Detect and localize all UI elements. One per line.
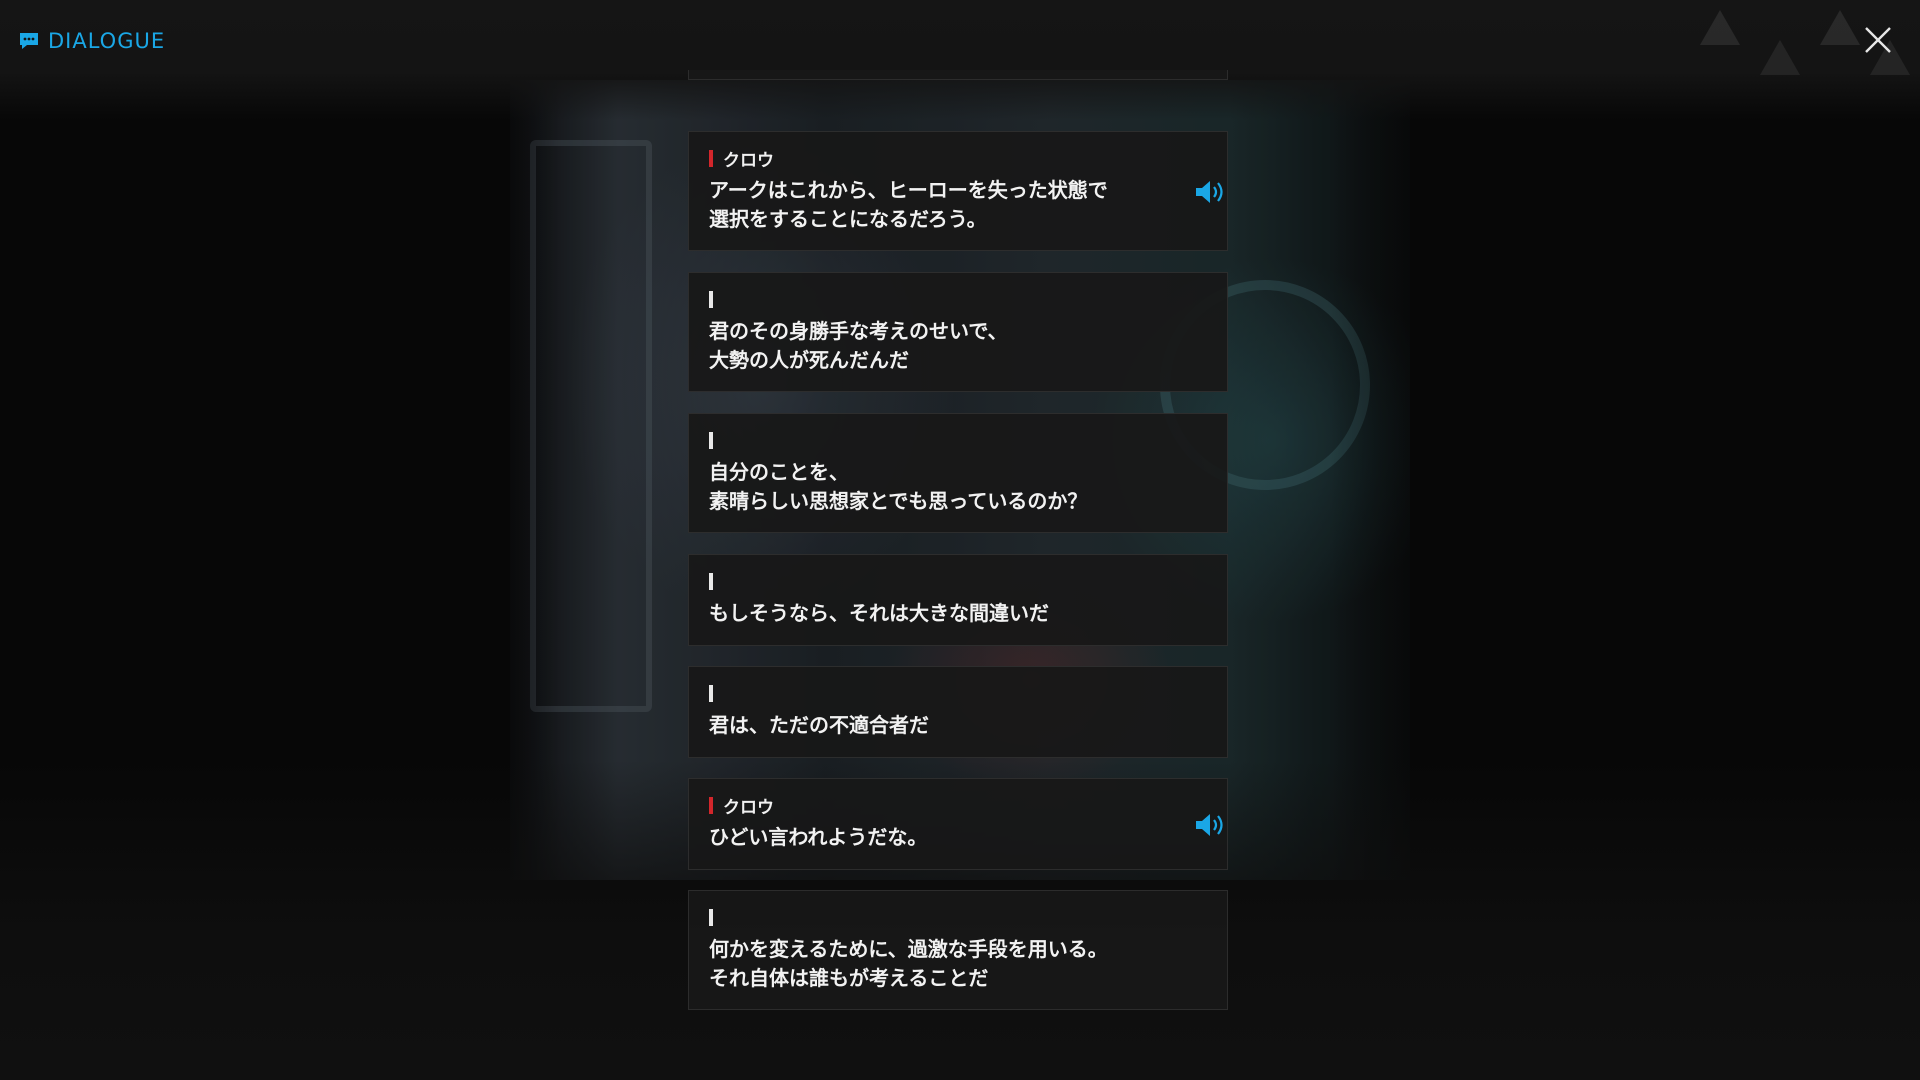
speaker-marker bbox=[709, 431, 713, 449]
dialogue-entry: 何かを変えるために、過激な手段を用いる。 それ自体は誰もが考えることだ bbox=[688, 890, 1228, 1010]
dialogue-line: 何かを変えるために、過激な手段を用いる。 bbox=[709, 937, 1108, 961]
close-icon[interactable] bbox=[1862, 24, 1894, 56]
voice-play-icon[interactable] bbox=[1194, 178, 1228, 206]
dialogue-line: 自分のことを、 bbox=[709, 460, 849, 484]
speaker-marker bbox=[709, 290, 713, 308]
dialogue-entry: もしそうなら、それは大きな間違いだ bbox=[688, 554, 1228, 646]
dialogue-title: DIALOGUE bbox=[18, 26, 165, 56]
dialogue-line: …… bbox=[709, 70, 749, 72]
dialogue-entry: クロウアークはこれから、ヒーローを失った状態で 選択をすることになるだろう。 bbox=[688, 131, 1228, 251]
dialogue-entry: 自分のことを、素晴らしい思想家とでも思っているのか？ bbox=[688, 413, 1228, 533]
dialogue-screen: DIALOGUE ……クロウアークはこれから、ヒーローを失った状態で選択をするこ… bbox=[0, 0, 1920, 1080]
speaker-marker bbox=[709, 149, 713, 167]
dialogue-entry: …… bbox=[688, 70, 1228, 80]
chat-bubble-icon bbox=[20, 33, 38, 49]
dialogue-line: もしそうなら、それは大きな間違いだ bbox=[709, 601, 1049, 625]
voice-play-icon[interactable] bbox=[1194, 811, 1228, 839]
dialogue-line: それ自体は誰もが考えることだ bbox=[709, 966, 989, 990]
dialogue-entry: クロウひどい言われようだな。 bbox=[688, 778, 1228, 870]
speaker-marker bbox=[709, 684, 713, 702]
speaker-row bbox=[709, 907, 723, 927]
dialogue-entry: 君のその身勝手な考えのせいで、 大勢の人が死んだんだ bbox=[688, 272, 1228, 392]
dialogue-line: 君のその身勝手な考えのせいで、 bbox=[709, 319, 1008, 343]
speaker-row bbox=[709, 430, 723, 450]
dialogue-title-text: DIALOGUE bbox=[48, 29, 166, 53]
speaker-marker bbox=[709, 572, 713, 590]
speaker-marker bbox=[709, 908, 713, 926]
dialogue-line: 選択をすることになるだろう。 bbox=[709, 207, 987, 231]
dialogue-line: 素晴らしい思想家とでも思っているのか？ bbox=[709, 489, 1088, 513]
dialogue-line: 君は、ただの不適合者だ bbox=[709, 713, 929, 737]
speaker-marker bbox=[709, 796, 713, 814]
speaker-name: クロウ bbox=[723, 150, 774, 171]
speaker-name: クロウ bbox=[723, 797, 774, 818]
speaker-row: クロウ bbox=[709, 148, 774, 171]
dialogue-line: アークはこれから、ヒーローを失った状態で bbox=[709, 178, 1108, 202]
dialogue-line: 大勢の人が死んだんだ bbox=[709, 348, 909, 372]
dialogue-line: ひどい言われようだな。 bbox=[709, 825, 928, 849]
dialogue-log-list[interactable]: ……クロウアークはこれから、ヒーローを失った状態で選択をすることになるだろう。君… bbox=[680, 70, 1240, 1010]
speaker-row bbox=[709, 289, 723, 309]
speaker-row bbox=[709, 683, 723, 703]
dialogue-entry: 君は、ただの不適合者だ bbox=[688, 666, 1228, 758]
speaker-row: クロウ bbox=[709, 795, 774, 818]
speaker-row bbox=[709, 571, 723, 591]
